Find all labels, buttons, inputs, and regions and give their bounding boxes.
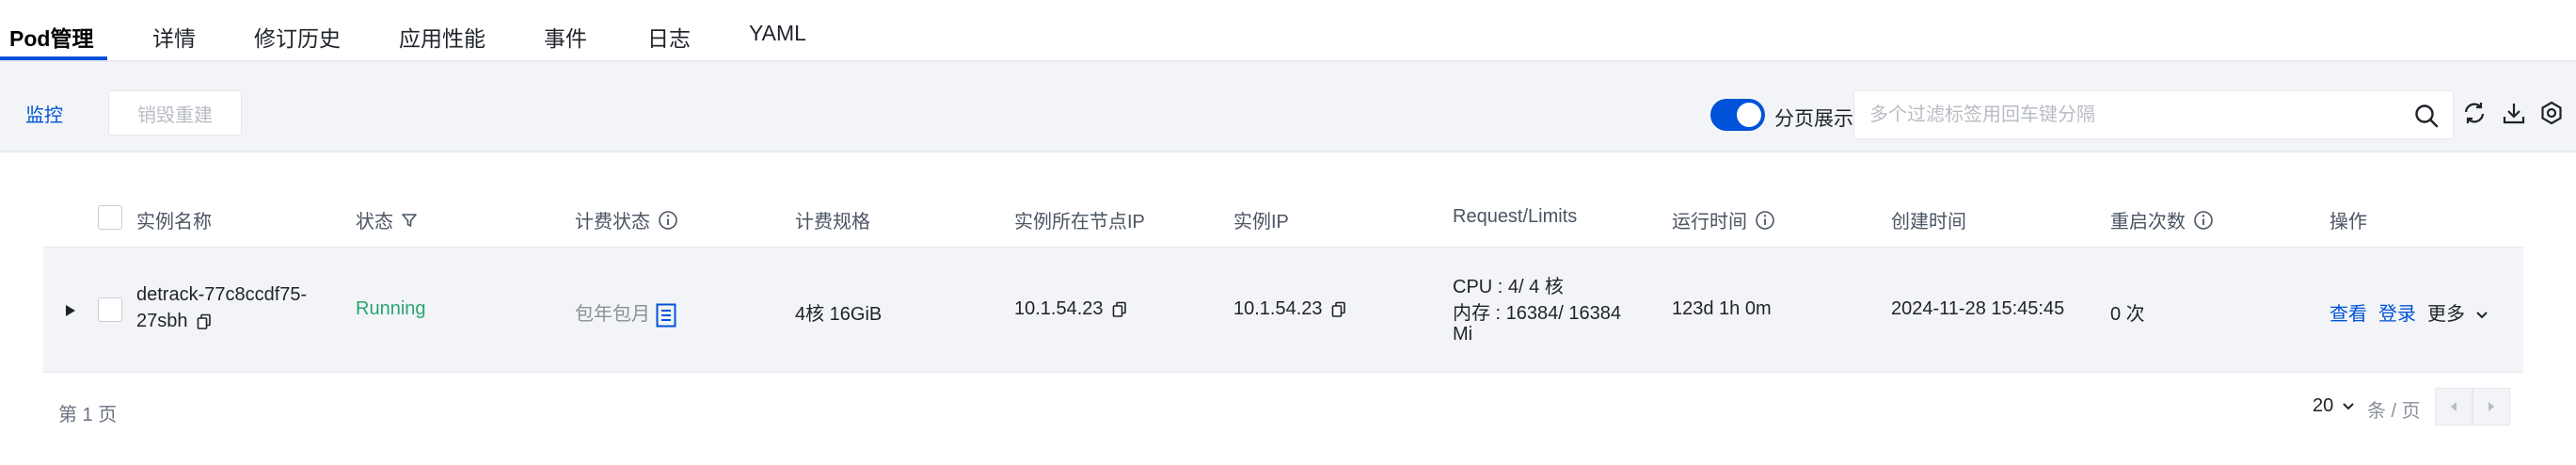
refresh-icon[interactable] — [2461, 100, 2488, 126]
col-header-instance-ip: 实例IP — [1233, 212, 1289, 232]
restart-count: 0 次 — [2110, 304, 2145, 325]
page-size-select[interactable]: 20 — [2313, 395, 2356, 417]
filter-icon[interactable] — [401, 212, 418, 229]
col-header-request-limits: Request/Limits — [1453, 206, 1578, 227]
page-size-value: 20 — [2313, 395, 2334, 416]
tab-app-performance[interactable]: 应用性能 — [399, 21, 485, 53]
col-header-name: 实例名称 — [136, 212, 212, 232]
run-time: 123d 1h 0m — [1672, 298, 1772, 319]
tab-yaml[interactable]: YAML — [749, 21, 806, 46]
toolbar: 监控 销毁重建 分页展示 — [0, 62, 2576, 152]
info-icon[interactable] — [658, 210, 678, 231]
settings-gear-icon[interactable] — [2538, 100, 2565, 126]
page-number: 第 1 页 — [58, 405, 118, 425]
login-link[interactable]: 登录 — [2378, 298, 2416, 326]
filter-search-input[interactable] — [1854, 91, 2381, 138]
page-size-unit: 条 / 页 — [2367, 401, 2421, 422]
created-time: 2024-11-28 15:45:45 — [1891, 298, 2065, 319]
instance-ip: 10.1.54.23 — [1233, 298, 1323, 319]
paging-toggle[interactable] — [1710, 99, 1765, 131]
col-header-billing-status: 计费状态 — [575, 206, 678, 233]
prev-page-button[interactable] — [2435, 388, 2473, 425]
copy-icon[interactable] — [1112, 301, 1127, 318]
monitor-button[interactable]: 监控 — [0, 90, 88, 136]
active-tab-indicator — [0, 56, 107, 60]
expand-row-icon[interactable] — [64, 303, 77, 318]
pod-name-line1: detrack-77c8ccdf75- — [136, 284, 308, 305]
toggle-knob — [1737, 103, 1761, 127]
status-running: Running — [356, 298, 426, 319]
chevron-down-icon — [2343, 403, 2354, 410]
destroy-rebuild-button[interactable]: 销毁重建 — [108, 90, 242, 136]
billing-status-text: 包年包月 — [575, 304, 650, 325]
download-icon[interactable] — [2501, 100, 2527, 126]
col-header-run-time: 运行时间 — [1672, 206, 1775, 233]
tab-pod-management[interactable]: Pod管理 — [9, 21, 93, 53]
chevron-down-icon — [2475, 312, 2488, 319]
search-icon[interactable] — [2413, 103, 2440, 129]
tab-details[interactable]: 详情 — [152, 21, 196, 53]
billing-status-cell: 包年包月 — [575, 298, 676, 328]
node-ip: 10.1.54.23 — [1014, 298, 1104, 319]
col-header-billing-spec: 计费规格 — [795, 212, 870, 232]
select-all-checkbox[interactable] — [98, 205, 122, 230]
caret-left-icon — [2451, 402, 2457, 411]
copy-icon[interactable] — [1331, 301, 1346, 318]
node-ip-cell: 10.1.54.23 — [1014, 298, 1127, 320]
pod-name-line2: 27sbh — [136, 311, 188, 331]
document-list-icon[interactable] — [656, 303, 676, 328]
pod-name-line2-cell: 27sbh — [136, 311, 212, 332]
tab-events[interactable]: 事件 — [544, 21, 587, 53]
view-link[interactable]: 查看 — [2330, 298, 2367, 326]
tab-revision-history[interactable]: 修订历史 — [254, 21, 341, 53]
search-box — [1853, 90, 2454, 139]
col-header-restarts: 重启次数 — [2110, 206, 2214, 233]
instance-ip-cell: 10.1.54.23 — [1233, 298, 1346, 320]
col-header-node-ip: 实例所在节点IP — [1014, 212, 1145, 232]
tab-bar: Pod管理 详情 修订历史 应用性能 事件 日志 YAML — [0, 0, 2576, 62]
more-actions-label: 更多 — [2427, 304, 2465, 325]
tab-logs[interactable]: 日志 — [647, 21, 691, 53]
info-icon[interactable] — [1755, 210, 1775, 231]
paging-toggle-label: 分页展示 — [1774, 108, 1853, 130]
next-page-button[interactable] — [2473, 388, 2510, 425]
caret-right-icon — [2489, 402, 2494, 411]
col-header-created-time: 创建时间 — [1891, 212, 1966, 232]
memory-unit: Mi — [1453, 324, 1473, 345]
col-header-actions: 操作 — [2330, 212, 2367, 232]
billing-spec: 4核 16GiB — [795, 304, 883, 325]
memory-request-limits: 内存 : 16384/ 16384 — [1453, 303, 1622, 324]
cpu-request-limits: CPU : 4/ 4 核 — [1453, 277, 1564, 297]
more-actions-dropdown[interactable]: 更多 — [2427, 298, 2489, 326]
col-header-status: 状态 — [356, 206, 418, 233]
copy-icon[interactable] — [197, 313, 212, 330]
row-checkbox[interactable] — [98, 297, 122, 322]
info-icon[interactable] — [2193, 210, 2214, 231]
